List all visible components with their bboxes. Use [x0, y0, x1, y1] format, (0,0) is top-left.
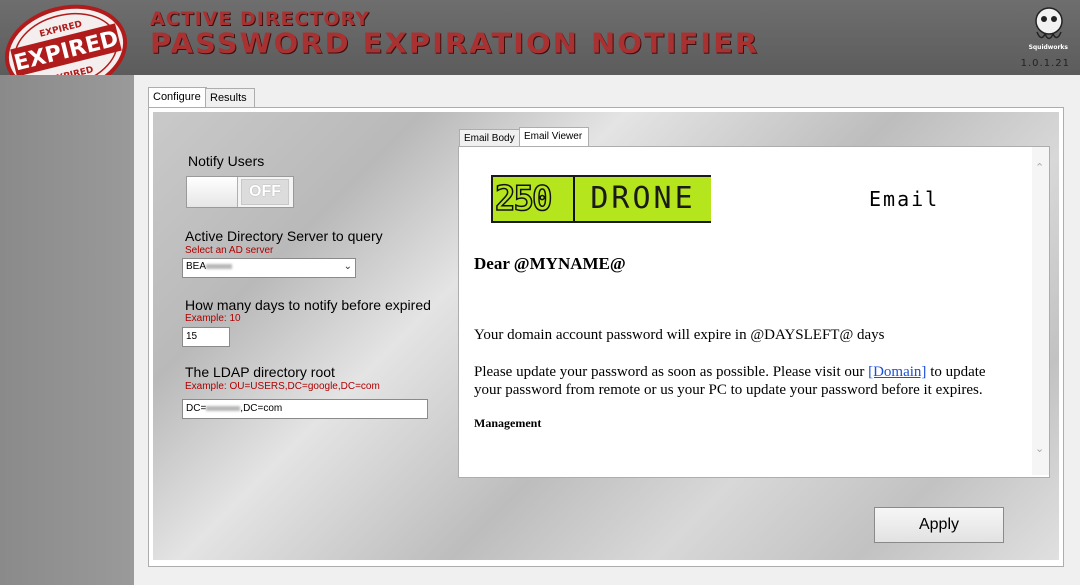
days-label: How many days to notify before expired	[185, 297, 431, 313]
ldap-label: The LDAP directory root	[185, 364, 335, 380]
ldap-hint: Example: OU=USERS,DC=google,DC=com	[185, 381, 380, 392]
notify-users-label: Notify Users	[188, 153, 265, 169]
logo-caption: Squidworks	[1028, 44, 1068, 51]
app-title-line2: PASSWORD EXPIRATION NOTIFIER	[150, 27, 760, 60]
email-signature: Management	[474, 416, 542, 430]
scroll-up-icon[interactable]: ⌃	[1035, 161, 1044, 174]
tab-configure[interactable]: Configure	[148, 87, 207, 109]
ldap-input[interactable]: DC= ,DC=com	[182, 399, 428, 419]
email-line2: Please update your password as soon as p…	[474, 363, 1014, 399]
drone-logo-word: DRONE	[573, 177, 711, 221]
tab-results[interactable]: Results	[205, 88, 255, 108]
drone-logo-number: 250	[494, 178, 553, 220]
tab-email-viewer[interactable]: Email Viewer	[519, 127, 589, 148]
apply-button[interactable]: Apply	[874, 507, 1004, 543]
left-sidebar	[0, 75, 134, 585]
email-scrollbar[interactable]: ⌃ ⌄	[1032, 147, 1049, 475]
days-input[interactable]: 15	[182, 327, 230, 347]
redacted-text	[206, 263, 233, 269]
bottom-strip	[134, 565, 1080, 585]
days-hint: Example: 10	[185, 313, 241, 324]
toggle-state-label: OFF	[241, 179, 289, 205]
domain-link[interactable]: [Domain]	[868, 364, 926, 380]
redacted-text	[206, 405, 241, 411]
app-header: ACTIVE DIRECTORY PASSWORD EXPIRATION NOT…	[0, 0, 1080, 75]
email-line2-a: Please update your password as soon as p…	[474, 364, 869, 380]
email-greeting: Dear @MYNAME@	[474, 254, 626, 273]
ad-server-hint: Select an AD server	[185, 245, 274, 256]
ad-server-select[interactable]: BEA ⌄	[182, 258, 356, 278]
squidworks-logo-icon	[1032, 6, 1066, 44]
notify-users-toggle[interactable]: OFF	[186, 176, 294, 208]
ad-server-value: BEA	[186, 261, 207, 272]
ldap-value-prefix: DC=	[186, 403, 207, 414]
drone-logo: 250 DRONE	[491, 175, 711, 223]
ad-server-label: Active Directory Server to query	[185, 228, 383, 244]
ldap-value-suffix: ,DC=com	[240, 403, 283, 414]
scroll-down-icon[interactable]: ⌄	[1035, 442, 1044, 455]
email-heading: Email	[869, 187, 940, 211]
chevron-down-icon[interactable]: ⌄	[344, 261, 352, 272]
version-label: 1.0.1.21	[1020, 58, 1070, 69]
email-line1: Your domain account password will expire…	[474, 327, 885, 343]
toggle-knob[interactable]	[187, 177, 238, 207]
email-viewer[interactable]: 250 DRONE Email Dear @MYNAME@ Your domai…	[458, 146, 1050, 478]
